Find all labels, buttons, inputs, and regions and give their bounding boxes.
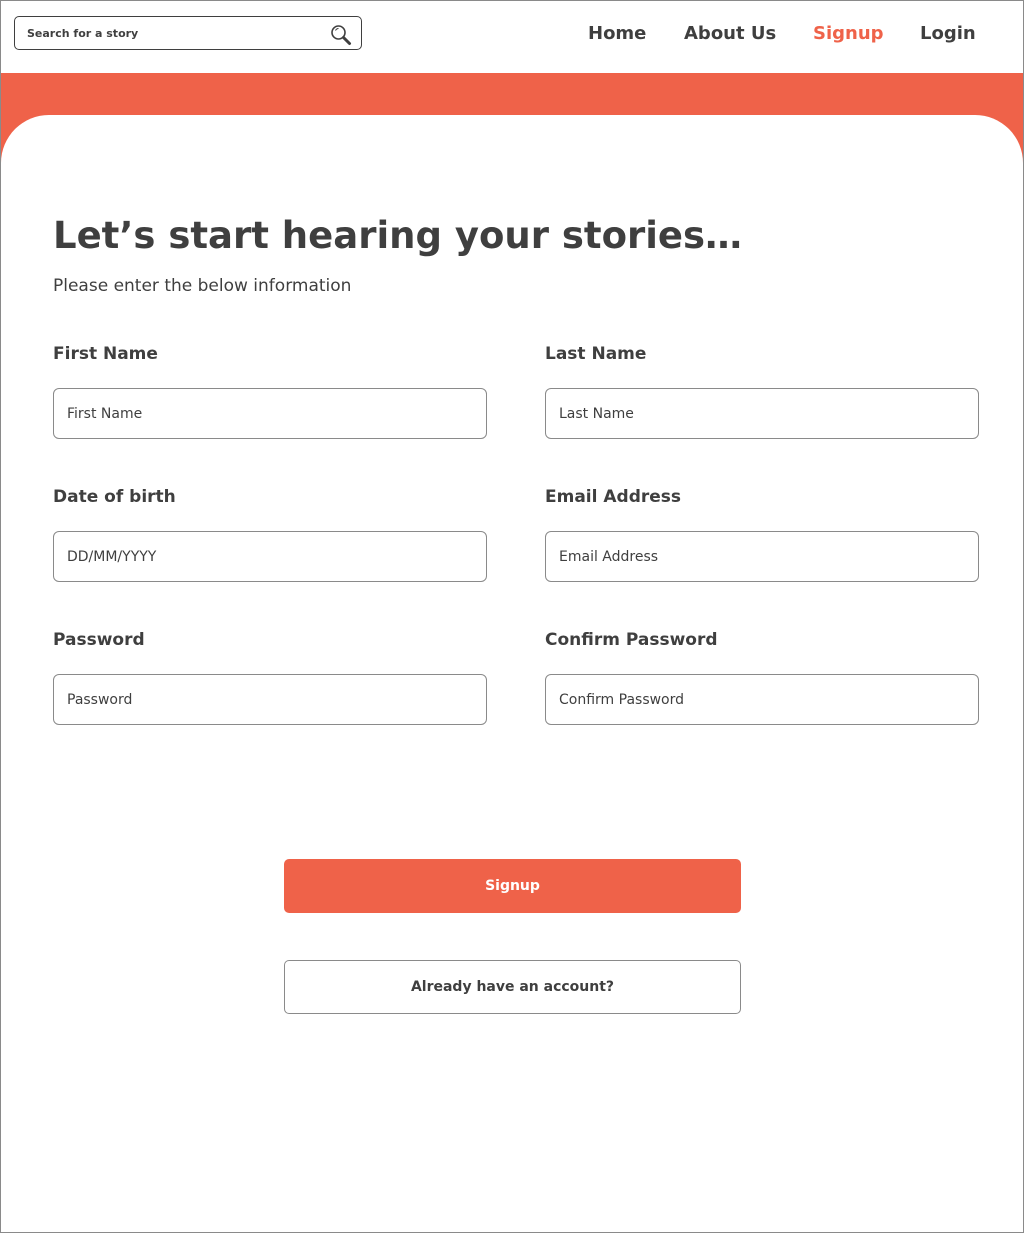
- already-have-account-button[interactable]: Already have an account?: [284, 960, 741, 1014]
- confirm-password-label: Confirm Password: [545, 630, 718, 650]
- search-bar[interactable]: Search for a story: [14, 16, 362, 50]
- dob-field[interactable]: [53, 531, 487, 582]
- last-name-field[interactable]: [545, 388, 979, 439]
- search-icon[interactable]: [330, 24, 352, 46]
- email-label: Email Address: [545, 487, 682, 507]
- password-label: Password: [53, 630, 145, 650]
- search-input[interactable]: Search for a story: [27, 27, 138, 40]
- page-subtitle: Please enter the below information: [53, 276, 352, 296]
- signup-page: Search for a story Home About Us Signup …: [0, 0, 1024, 1233]
- email-field[interactable]: [545, 531, 979, 582]
- password-field[interactable]: [53, 674, 487, 725]
- dob-label: Date of birth: [53, 487, 176, 507]
- nav-home[interactable]: Home: [588, 23, 646, 44]
- first-name-field[interactable]: [53, 388, 487, 439]
- nav-signup[interactable]: Signup: [813, 23, 884, 44]
- top-header: Search for a story Home About Us Signup …: [1, 1, 1023, 73]
- nav-login[interactable]: Login: [920, 23, 976, 44]
- signup-button[interactable]: Signup: [284, 859, 741, 913]
- nav-about-us[interactable]: About Us: [684, 23, 776, 44]
- first-name-label: First Name: [53, 344, 158, 364]
- page-title: Let’s start hearing your stories…: [53, 214, 743, 257]
- confirm-password-field[interactable]: [545, 674, 979, 725]
- last-name-label: Last Name: [545, 344, 647, 364]
